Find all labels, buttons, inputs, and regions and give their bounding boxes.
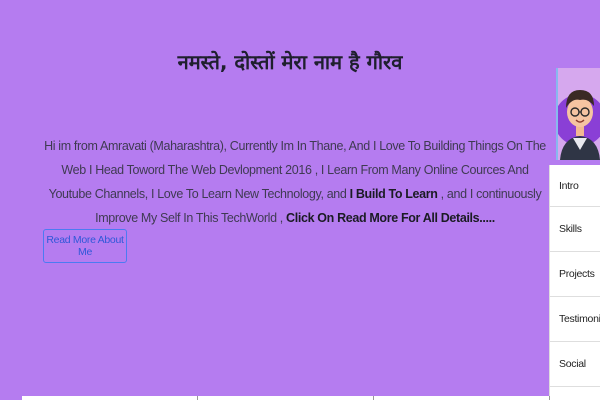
menu-item-social[interactable]: Social [550, 342, 600, 387]
read-more-button[interactable]: Read More About Me [43, 229, 127, 263]
avatar-illustration [556, 90, 600, 160]
intro-bold-1: I Build To Learn [349, 187, 438, 201]
hero-title: नमस्ते, दोस्तों मेरा नाम है गौरव [177, 50, 403, 74]
avatar [556, 68, 600, 160]
menu-item-skills[interactable]: Skills [550, 207, 600, 252]
intro-bold-2: Click On Read More For All Details..... [286, 211, 495, 225]
card-edge [374, 396, 550, 400]
menu-item-intro[interactable]: Intro [550, 165, 600, 207]
side-menu: Intro Skills Projects Testimonials Socia… [549, 165, 600, 400]
menu-item-projects[interactable]: Projects [550, 252, 600, 297]
intro-paragraph: Hi im from Amravati (Maharashtra), Curre… [40, 134, 550, 230]
card-edge [198, 396, 374, 400]
menu-item-testimonials[interactable]: Testimonials [550, 297, 600, 342]
card-edge [22, 396, 198, 400]
bottom-cards-edge [22, 396, 550, 400]
